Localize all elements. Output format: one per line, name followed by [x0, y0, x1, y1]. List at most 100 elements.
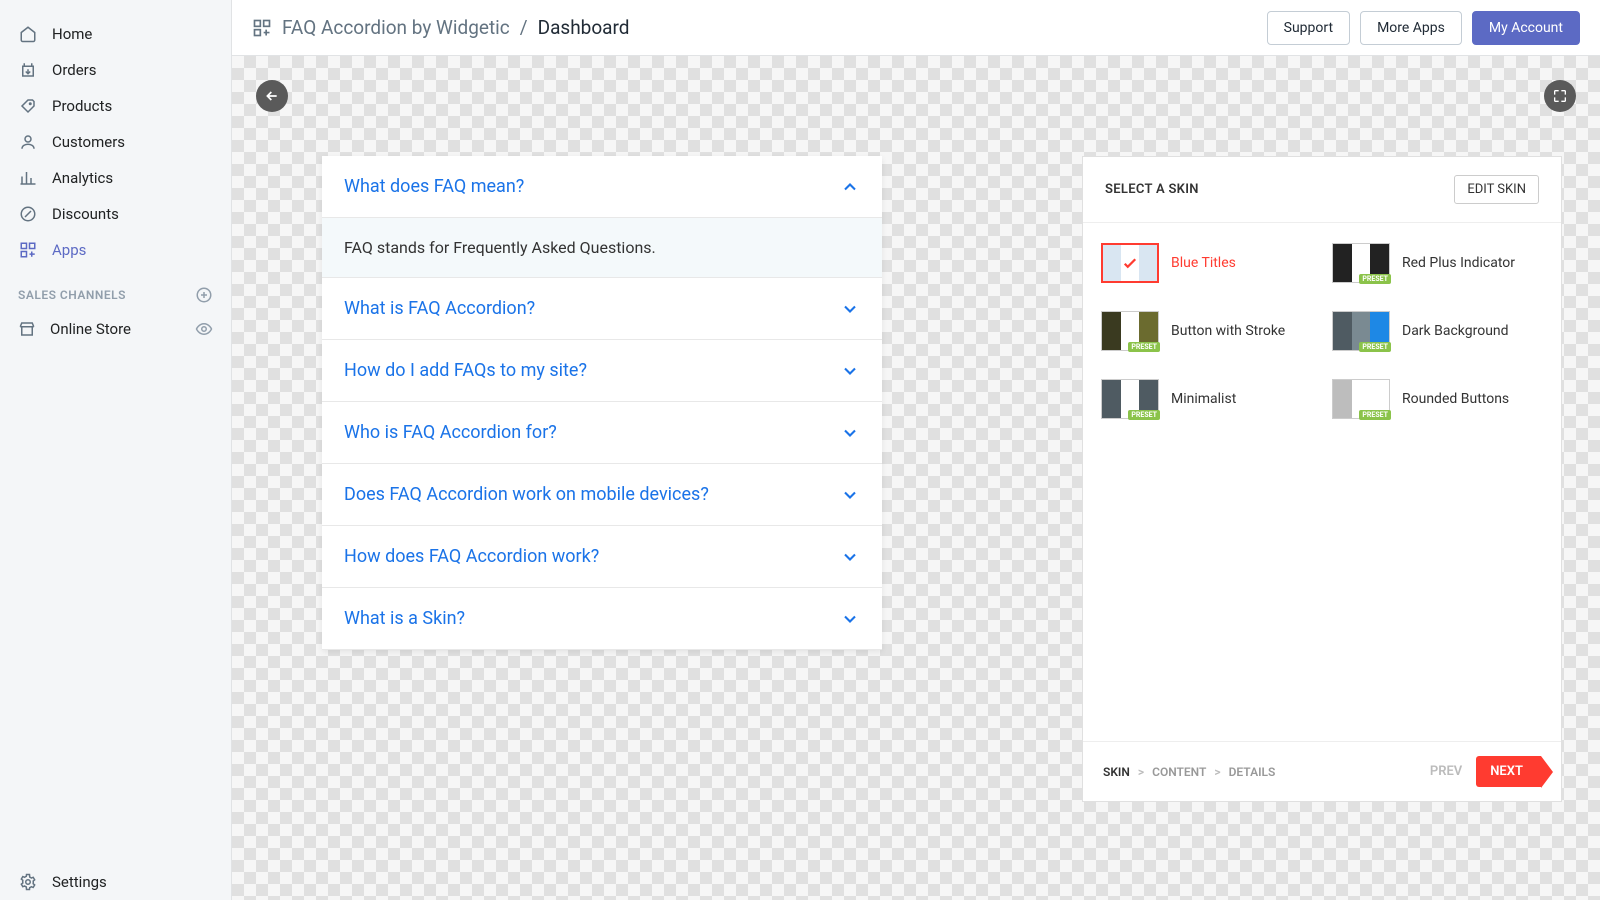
- faq-question-text: Does FAQ Accordion work on mobile device…: [344, 484, 709, 505]
- skin-option[interactable]: PRESETMinimalist: [1101, 379, 1312, 419]
- skin-panel-footer: SKIN > CONTENT > DETAILS PREV NEXT: [1083, 741, 1561, 801]
- skin-thumbnail: PRESET: [1332, 243, 1390, 283]
- chevron-down-icon: [840, 547, 860, 567]
- wizard-nav: PREV NEXT: [1430, 756, 1541, 787]
- wizard-next-button[interactable]: NEXT: [1476, 756, 1541, 787]
- edit-skin-button[interactable]: EDIT SKIN: [1454, 175, 1539, 204]
- chevron-down-icon: [840, 361, 860, 381]
- analytics-icon: [18, 168, 38, 188]
- faq-question[interactable]: What does FAQ mean?: [322, 156, 882, 218]
- breadcrumb-page: Dashboard: [538, 16, 630, 39]
- discounts-icon: [18, 204, 38, 224]
- skin-panel-header: SELECT A SKIN EDIT SKIN: [1083, 157, 1561, 223]
- faq-question-text: What is a Skin?: [344, 608, 465, 629]
- checkmark-icon: [1121, 254, 1139, 272]
- faq-item: Does FAQ Accordion work on mobile device…: [322, 464, 882, 526]
- skin-option[interactable]: PRESET Button with Stroke: [1101, 311, 1312, 351]
- nav-apps[interactable]: Apps: [0, 232, 231, 268]
- canvas-back-button[interactable]: [256, 80, 288, 112]
- preset-badge: PRESET: [1128, 342, 1160, 352]
- nav-analytics[interactable]: Analytics: [0, 160, 231, 196]
- sidebar: Home Orders Products Customers Analytics…: [0, 0, 232, 900]
- nav-label: Home: [52, 25, 92, 43]
- view-store-icon[interactable]: [195, 320, 213, 338]
- wizard-sep: >: [1138, 765, 1144, 779]
- faq-answer: FAQ stands for Frequently Asked Question…: [322, 218, 882, 277]
- faq-item: How do I add FAQs to my site?: [322, 340, 882, 402]
- faq-question-text: How do I add FAQs to my site?: [344, 360, 587, 381]
- my-account-button[interactable]: My Account: [1472, 11, 1580, 45]
- editor-canvas: What does FAQ mean? FAQ stands for Frequ…: [232, 56, 1600, 900]
- channel-label: Online Store: [50, 320, 131, 338]
- nav-settings[interactable]: Settings: [0, 864, 231, 900]
- skin-option-label: Dark Background: [1402, 323, 1509, 339]
- chevron-up-icon: [840, 177, 860, 197]
- wizard-sep: >: [1214, 765, 1220, 779]
- preset-badge: PRESET: [1359, 410, 1391, 420]
- settings-icon: [18, 872, 38, 892]
- skin-option[interactable]: Blue Titles: [1101, 243, 1312, 283]
- nav-discounts[interactable]: Discounts: [0, 196, 231, 232]
- nav-label: Analytics: [52, 169, 113, 187]
- faq-question[interactable]: Who is FAQ Accordion for?: [322, 402, 882, 463]
- nav-label: Settings: [52, 873, 107, 891]
- store-icon: [18, 320, 36, 338]
- main: FAQ Accordion by Widgetic / Dashboard Su…: [232, 0, 1600, 900]
- faq-accordion-widget: What does FAQ mean? FAQ stands for Frequ…: [322, 156, 882, 650]
- faq-question[interactable]: How does FAQ Accordion work?: [322, 526, 882, 587]
- skin-option-label: Blue Titles: [1171, 255, 1236, 271]
- breadcrumb-app-name[interactable]: FAQ Accordion by Widgetic: [282, 16, 510, 39]
- skin-option[interactable]: PRESET Rounded Buttons: [1332, 379, 1543, 419]
- faq-question-text: Who is FAQ Accordion for?: [344, 422, 557, 443]
- skin-thumbnail: [1101, 243, 1159, 283]
- nav-products[interactable]: Products: [0, 88, 231, 124]
- skin-option-label: Red Plus Indicator: [1402, 255, 1515, 271]
- wizard-step-details[interactable]: DETAILS: [1229, 765, 1276, 779]
- faq-item: What is FAQ Accordion?: [322, 278, 882, 340]
- wizard-step-skin[interactable]: SKIN: [1103, 765, 1130, 779]
- add-channel-icon[interactable]: [195, 286, 213, 304]
- skin-option-label: Button with Stroke: [1171, 323, 1285, 339]
- customers-icon: [18, 132, 38, 152]
- faq-question-text: How does FAQ Accordion work?: [344, 546, 599, 567]
- chevron-down-icon: [840, 299, 860, 319]
- skin-panel: SELECT A SKIN EDIT SKIN Blue Titles PRESE…: [1082, 156, 1562, 802]
- chevron-down-icon: [840, 609, 860, 629]
- apps-icon: [18, 240, 38, 260]
- faq-item: What does FAQ mean? FAQ stands for Frequ…: [322, 156, 882, 278]
- more-apps-button[interactable]: More Apps: [1360, 11, 1462, 45]
- skin-thumbnail: PRESET: [1101, 379, 1159, 419]
- nav-label: Discounts: [52, 205, 119, 223]
- faq-question[interactable]: Does FAQ Accordion work on mobile device…: [322, 464, 882, 525]
- canvas-expand-button[interactable]: [1544, 80, 1576, 112]
- wizard-prev-button[interactable]: PREV: [1430, 764, 1462, 779]
- skin-thumbnail: PRESET: [1332, 311, 1390, 351]
- wizard-step-content[interactable]: CONTENT: [1152, 765, 1206, 779]
- skin-option-label: Rounded Buttons: [1402, 391, 1509, 407]
- breadcrumb: FAQ Accordion by Widgetic / Dashboard: [252, 16, 1257, 39]
- nav-orders[interactable]: Orders: [0, 52, 231, 88]
- nav-customers[interactable]: Customers: [0, 124, 231, 160]
- skin-thumbnail: PRESET: [1332, 379, 1390, 419]
- skin-option[interactable]: PRESET Red Plus Indicator: [1332, 243, 1543, 283]
- breadcrumb-separator: /: [520, 16, 528, 39]
- faq-question[interactable]: What is FAQ Accordion?: [322, 278, 882, 339]
- faq-question[interactable]: What is a Skin?: [322, 588, 882, 649]
- support-button[interactable]: Support: [1267, 11, 1350, 45]
- wizard-steps: SKIN > CONTENT > DETAILS: [1103, 765, 1275, 779]
- products-icon: [18, 96, 38, 116]
- faq-item: What is a Skin?: [322, 588, 882, 650]
- skin-option[interactable]: PRESET Dark Background: [1332, 311, 1543, 351]
- section-title: SALES CHANNELS: [18, 288, 126, 302]
- nav-home[interactable]: Home: [0, 16, 231, 52]
- faq-item: Who is FAQ Accordion for?: [322, 402, 882, 464]
- breadcrumb-apps-icon: [252, 18, 272, 38]
- channel-online-store[interactable]: Online Store: [0, 312, 231, 346]
- skin-options-grid: Blue TitlesPRESETRed Plus IndicatorPRESE…: [1083, 223, 1561, 741]
- skin-thumbnail: PRESET: [1101, 311, 1159, 351]
- sales-channels-header: SALES CHANNELS: [0, 268, 231, 312]
- orders-icon: [18, 60, 38, 80]
- preset-badge: PRESET: [1359, 274, 1391, 284]
- faq-question[interactable]: How do I add FAQs to my site?: [322, 340, 882, 401]
- skin-panel-title: SELECT A SKIN: [1105, 182, 1199, 197]
